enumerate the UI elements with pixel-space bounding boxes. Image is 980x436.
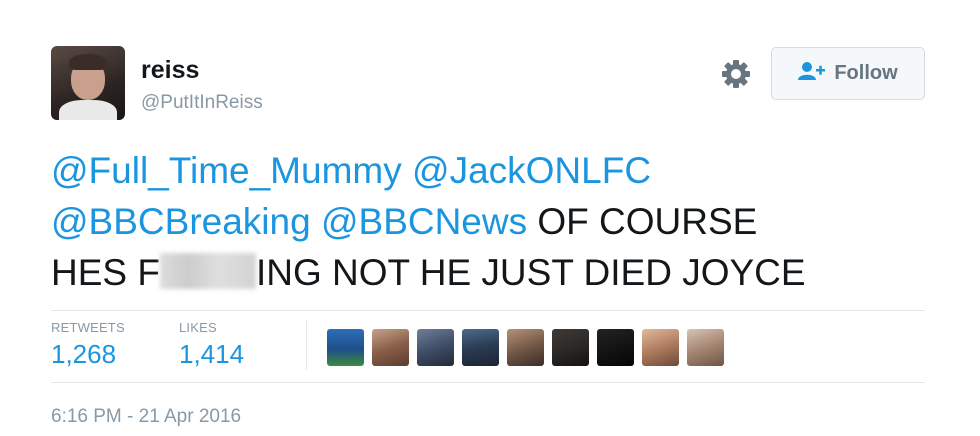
display-name[interactable]: reiss <box>141 56 199 85</box>
retweets-count: 1,268 <box>51 339 117 369</box>
tweet-text: @Full_Time_Mummy @JackONLFC @BBCBreaking… <box>51 145 931 298</box>
retweets-label: RETWEETS <box>51 320 125 335</box>
likes-label: LIKES <box>179 320 217 335</box>
liker-avatar[interactable] <box>507 329 544 366</box>
tweet-timestamp[interactable]: 6:16 PM - 21 Apr 2016 <box>51 406 241 428</box>
mention-link[interactable]: @Full_Time_Mummy <box>51 150 402 191</box>
add-user-icon <box>798 61 826 86</box>
liker-avatar[interactable] <box>687 329 724 366</box>
liker-avatar[interactable] <box>462 329 499 366</box>
mention-link[interactable]: @JackONLFC <box>412 150 651 191</box>
censored-word <box>159 253 256 289</box>
divider <box>51 310 925 311</box>
follow-label: Follow <box>834 62 898 84</box>
tweet-card: reiss @PutItInReiss Follow @Full_Time_Mu… <box>0 0 980 436</box>
retweets-stat[interactable]: RETWEETS 1,268 <box>51 320 125 370</box>
liker-avatar[interactable] <box>417 329 454 366</box>
user-handle[interactable]: @PutItInReiss <box>141 92 263 114</box>
liker-avatar[interactable] <box>597 329 634 366</box>
stats-separator <box>306 320 307 370</box>
liker-avatar[interactable] <box>327 329 364 366</box>
liker-avatar[interactable] <box>552 329 589 366</box>
tweet-text-part: HES F <box>51 252 160 293</box>
gear-icon[interactable] <box>720 58 752 90</box>
tweet-text-part: OF COURSE <box>527 201 758 242</box>
liker-avatars <box>327 329 724 366</box>
mention-link[interactable]: @BBCNews <box>321 201 527 242</box>
tweet-text-part: ING NOT HE JUST DIED JOYCE <box>255 252 806 293</box>
liker-avatar[interactable] <box>642 329 679 366</box>
liker-avatar[interactable] <box>372 329 409 366</box>
divider <box>51 382 925 383</box>
avatar[interactable] <box>51 46 125 120</box>
mention-link[interactable]: @BBCBreaking <box>51 201 311 242</box>
likes-count: 1,414 <box>179 339 245 369</box>
likes-stat[interactable]: LIKES 1,414 <box>179 320 244 370</box>
follow-button[interactable]: Follow <box>771 47 925 100</box>
